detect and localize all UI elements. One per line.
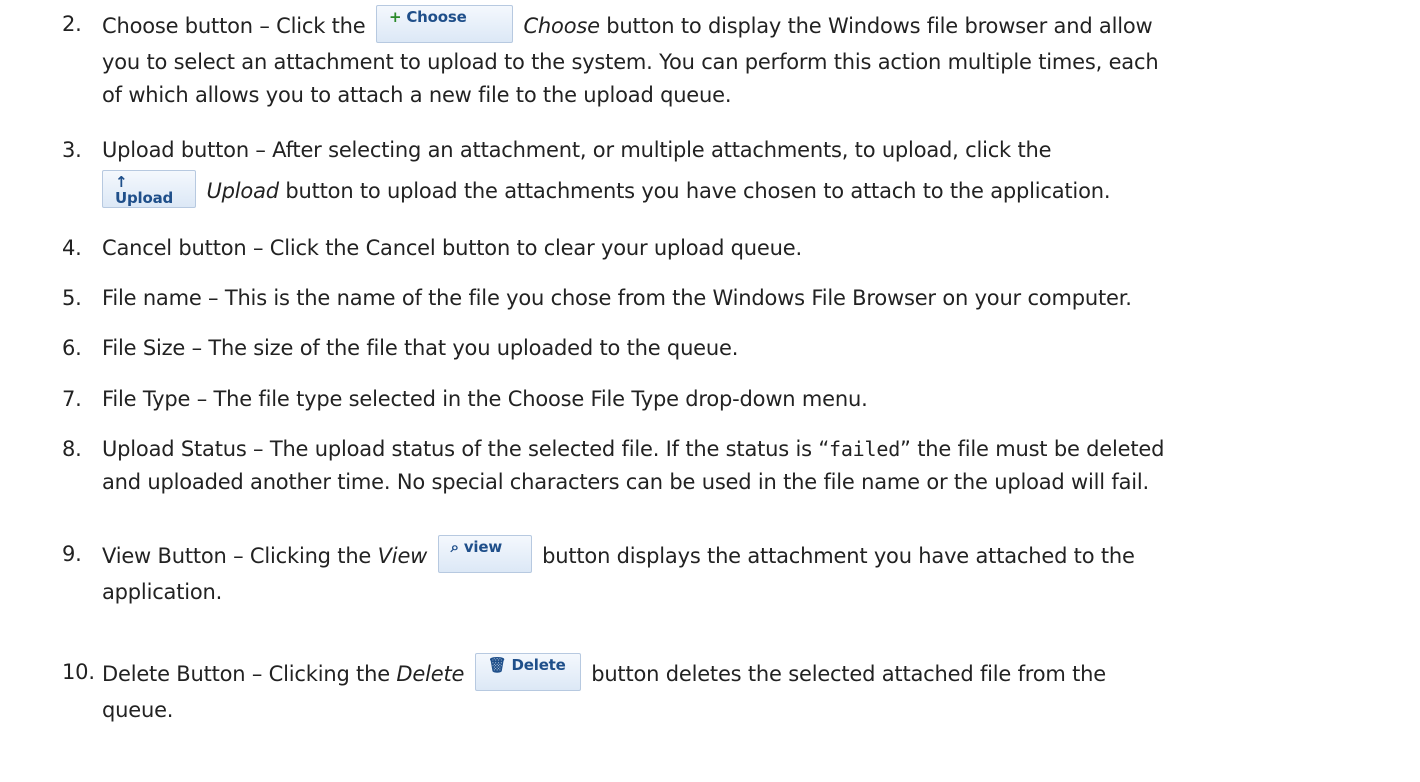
help-document: 2. Choose button – Click the + Choose Cho… [0,0,1420,782]
item-text: application. [102,580,223,604]
item-number: 7. [62,387,82,411]
item-text: ” the file must be deleted [900,437,1165,461]
item-italic: Delete [396,662,465,686]
choose-button[interactable]: + Choose [375,5,513,43]
item-text: of which allows you to attach a new file… [102,83,732,107]
item-number: 5. [62,286,82,310]
upload-button[interactable]: ↑Upload [102,170,196,208]
choose-button-label: Choose [406,8,467,26]
item-text: File Type – The file type selected in th… [102,387,868,411]
item-text: queue. [102,698,174,722]
item-text: button displays the attachment you have … [542,544,1135,568]
item-text: Cancel button – Click the Cancel button … [102,236,802,260]
item-text: button deletes the selected attached fil… [591,662,1107,686]
item-number: 9. [62,542,82,566]
item-italic: Choose [523,14,600,38]
view-button-label: view [463,538,502,556]
item-italic: View [377,544,428,568]
delete-button[interactable]: 🗑 Delete [474,653,581,691]
item-text: File Size – The size of the file that yo… [102,336,739,360]
plus-icon: + [388,8,402,26]
item-text: button to upload the attachments you hav… [285,179,1111,203]
status-code: failed [829,437,901,461]
item-text: Upload button – After selecting an attac… [102,138,1052,162]
delete-button-label: Delete [511,656,566,674]
item-italic: Upload [206,179,279,203]
item-number: 2. [62,12,82,36]
trash-icon: 🗑 [487,656,507,674]
item-number: 6. [62,336,82,360]
item-text: button to display the Windows file brows… [606,14,1153,38]
upload-arrow-icon: ↑ [115,173,128,191]
item-number: 10. [62,660,95,684]
item-text: Delete Button – Clicking the [102,662,390,686]
item-text: Upload Status – The upload status of the… [102,437,829,461]
item-number: 4. [62,236,82,260]
item-text: File name – This is the name of the file… [102,286,1132,310]
item-text: Choose button – Click the [102,14,366,38]
view-button[interactable]: ⌕ view [437,535,532,573]
item-number: 8. [62,437,82,461]
item-text: you to select an attachment to upload to… [102,50,1159,74]
magnifier-icon: ⌕ [450,538,459,556]
item-number: 3. [62,138,82,162]
item-text: View Button – Clicking the [102,544,372,568]
item-text: and uploaded another time. No special ch… [102,470,1149,494]
upload-button-label: Upload [115,189,174,207]
